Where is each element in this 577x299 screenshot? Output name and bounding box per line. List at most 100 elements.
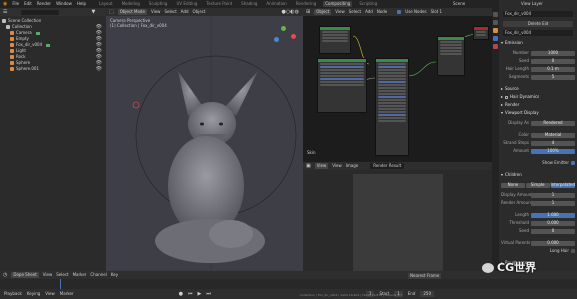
visibility-eye-icon[interactable]: 👁 xyxy=(96,54,102,60)
object-name-field[interactable]: Fox_dir_v004 xyxy=(503,11,573,17)
node-menu-node[interactable]: Node xyxy=(377,10,387,14)
long-hair-checkbox[interactable] xyxy=(571,249,575,253)
workspace-tab-scripting[interactable]: Scripting xyxy=(357,1,379,7)
workspace-tab-animation[interactable]: Animation xyxy=(264,1,288,7)
shading-mode-icon[interactable]: ●○◐◍ xyxy=(282,9,299,15)
slot-dropdown[interactable]: Slot 1 xyxy=(431,10,442,14)
navigation-gizmo[interactable] xyxy=(271,25,297,51)
workspace-tab-modeling[interactable]: Modeling xyxy=(120,1,142,7)
viewport-menu-add[interactable]: Add xyxy=(181,10,189,14)
gizmo-z-icon[interactable] xyxy=(274,37,279,42)
record-icon[interactable]: ● xyxy=(179,291,183,297)
section-viewport-display[interactable]: ▾ Viewport Display xyxy=(501,110,575,116)
render-tab-icon[interactable] xyxy=(493,20,498,25)
viewport-menu-view[interactable]: View xyxy=(151,10,161,14)
node-material-output[interactable] xyxy=(473,26,489,40)
outliner-search-field[interactable] xyxy=(21,9,60,15)
node-editor[interactable]: ⊞ Object View Select Add Node Use Nodes … xyxy=(303,8,492,160)
dope-menu-key[interactable]: Key xyxy=(111,273,118,277)
workspace-tab-layout[interactable]: Layout xyxy=(97,1,115,7)
image-editor-icon[interactable]: ▣ xyxy=(306,163,311,169)
particles-tab-icon[interactable] xyxy=(493,36,498,41)
viewport-menu-select[interactable]: Select xyxy=(164,10,176,14)
filter-icon[interactable]: ▼ xyxy=(91,9,95,15)
image-editor[interactable]: ▣ View View Image Render Result xyxy=(303,162,492,271)
playhead[interactable] xyxy=(60,279,61,289)
menu-help[interactable]: Help xyxy=(77,2,86,6)
viewport-editor-icon[interactable]: ⬚ xyxy=(109,9,114,15)
image-menu-view-mode[interactable]: View xyxy=(314,163,329,169)
footer-view-menu[interactable]: View xyxy=(45,292,55,296)
outliner-item-sphere-001[interactable]: Sphere.001 👁 xyxy=(0,66,106,72)
node-menu-select[interactable]: Select xyxy=(349,10,361,14)
show-emitter-checkbox[interactable] xyxy=(571,161,575,165)
menu-edit[interactable]: Edit xyxy=(24,2,32,6)
node-menu-add[interactable]: Add xyxy=(365,10,373,14)
tool-tab-icon[interactable] xyxy=(493,12,498,17)
3d-viewport[interactable]: ⬚ Object Mode View Select Add Object ●○◐… xyxy=(106,8,303,271)
workspace-tab-sculpting[interactable]: Sculpting xyxy=(147,1,170,7)
outliner-editor-icon[interactable]: ☰ xyxy=(3,9,7,15)
node-texture[interactable] xyxy=(317,58,367,113)
workspace-tab-texture-paint[interactable]: Texture Paint xyxy=(204,1,234,7)
node-type-dropdown[interactable]: Object xyxy=(314,9,332,15)
jump-start-icon[interactable]: ⏮ xyxy=(188,291,193,297)
timeline-track-area[interactable] xyxy=(0,279,577,289)
workspace-tab-shading[interactable]: Shading xyxy=(239,1,259,7)
material-tab-icon[interactable] xyxy=(493,44,498,49)
workspace-tab-uv-editing[interactable]: UV Editing xyxy=(174,1,199,7)
image-selector[interactable]: Render Result xyxy=(370,163,405,169)
children-tab-interpolated[interactable]: Interpolated xyxy=(550,182,576,188)
particle-system-slot[interactable]: Delete Eid xyxy=(503,21,573,27)
object-mode-dropdown[interactable]: Object Mode xyxy=(117,9,147,15)
keying-menu[interactable]: Keying xyxy=(27,292,40,296)
end-frame-field[interactable]: 250 xyxy=(420,291,435,297)
children-tab-simple[interactable]: Simple xyxy=(525,182,550,188)
visibility-eye-icon[interactable]: 👁 xyxy=(96,66,102,72)
dope-menu-marker[interactable]: Marker xyxy=(73,273,87,277)
node-editor-icon[interactable]: ⊞ xyxy=(306,9,310,15)
node-menu-view[interactable]: View xyxy=(335,10,345,14)
scene-selector[interactable]: Scene xyxy=(453,2,465,6)
play-icon[interactable]: ▶ xyxy=(198,291,202,297)
visibility-eye-icon[interactable]: 👁 xyxy=(96,60,102,66)
node-principled-hair-bsdf[interactable] xyxy=(375,58,409,156)
timeline-footer: Playback Keying View Marker ● ⏮ ▶ ⏭ 1 St… xyxy=(0,289,577,299)
image-menu-view[interactable]: View xyxy=(332,164,342,168)
section-children[interactable]: ▾ Children xyxy=(501,172,575,178)
visibility-eye-icon[interactable]: 👁 xyxy=(96,36,102,42)
gizmo-y-icon[interactable] xyxy=(281,26,286,31)
section-render[interactable]: ▸ Render xyxy=(501,102,575,108)
viewport-menu-object[interactable]: Object xyxy=(193,10,206,14)
workspace-tab-compositing[interactable]: Compositing xyxy=(323,1,353,7)
menu-window[interactable]: Window xyxy=(56,2,72,6)
visibility-eye-icon[interactable]: 👁 xyxy=(96,30,102,36)
hair-dynamics-checkbox[interactable] xyxy=(505,95,509,99)
dope-menu-view[interactable]: View xyxy=(43,273,53,277)
dope-sheet-editor-icon[interactable]: ◷ xyxy=(3,272,7,278)
image-menu-image[interactable]: Image xyxy=(346,164,359,168)
jump-end-icon[interactable]: ⏭ xyxy=(206,291,211,297)
children-tab-none[interactable]: None xyxy=(501,182,525,188)
gizmo-x-icon[interactable] xyxy=(291,34,296,39)
node-mix-shader[interactable] xyxy=(437,36,465,76)
object-tab-icon[interactable] xyxy=(493,28,498,33)
blender-logo-icon[interactable]: ◉ xyxy=(3,1,7,7)
visibility-eye-icon[interactable]: 👁 xyxy=(96,48,102,54)
section-hair-dynamics[interactable]: ▸ Hair Dynamics xyxy=(501,94,575,100)
footer-marker-menu[interactable]: Marker xyxy=(60,292,74,296)
menu-file[interactable]: File xyxy=(12,2,19,6)
menu-render[interactable]: Render xyxy=(37,2,51,6)
workspace-tab-rendering[interactable]: Rendering xyxy=(294,1,318,7)
use-nodes-checkbox[interactable] xyxy=(397,10,402,14)
dope-menu-select[interactable]: Select xyxy=(56,273,68,277)
particle-settings-field[interactable]: Fox_dir_v004 xyxy=(503,30,573,36)
section-source[interactable]: ▸ Source xyxy=(501,86,575,92)
playback-menu[interactable]: Playback xyxy=(4,292,22,296)
section-emission[interactable]: ▾ Emission xyxy=(501,40,575,46)
dope-menu-channel[interactable]: Channel xyxy=(90,273,106,277)
visibility-eye-icon[interactable]: 👁 xyxy=(96,42,102,48)
visibility-eye-icon[interactable]: 👁 xyxy=(96,24,102,30)
dope-sheet-mode-dropdown[interactable]: Dope Sheet xyxy=(11,272,39,278)
node-frame-top[interactable] xyxy=(319,26,351,54)
